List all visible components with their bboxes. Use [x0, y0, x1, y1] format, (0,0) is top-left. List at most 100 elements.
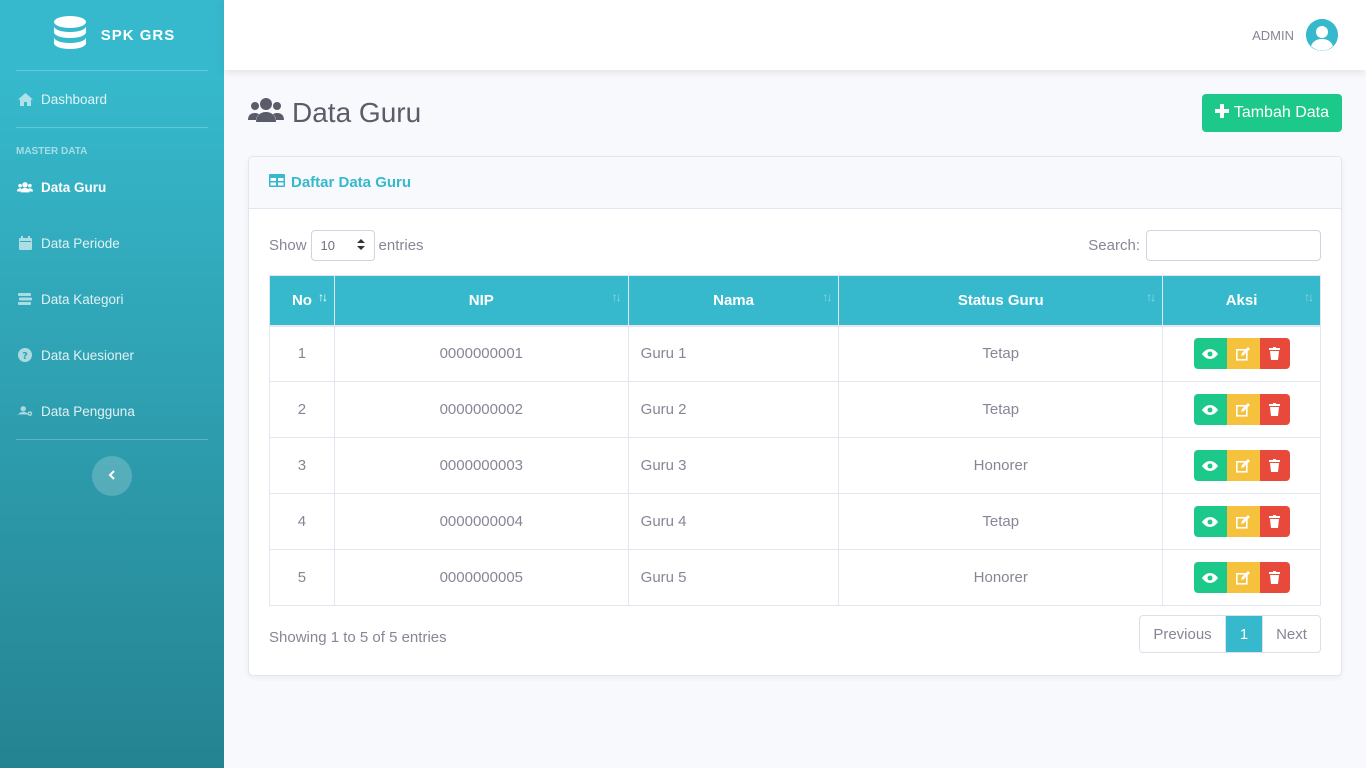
add-data-label: Tambah Data [1233, 104, 1329, 121]
view-button[interactable] [1193, 394, 1227, 425]
cell-no: 5 [269, 549, 335, 606]
page-title: Data Guru [248, 97, 421, 130]
trash-icon [1269, 403, 1281, 416]
avatar[interactable] [1306, 19, 1338, 51]
edit-button[interactable] [1226, 394, 1260, 425]
cell-status: Honorer [838, 549, 1164, 606]
card-header: Daftar Data Guru [249, 157, 1341, 209]
cell-nip: 0000000005 [333, 549, 629, 606]
search-input[interactable] [1146, 229, 1321, 261]
cell-nip: 0000000001 [333, 325, 629, 382]
calendar-icon [17, 236, 33, 250]
cell-aksi [1162, 493, 1321, 550]
cell-aksi [1162, 381, 1321, 438]
column-header-nip[interactable]: NIP ↑↓ [333, 275, 629, 326]
sort-icon: ↑↓ [822, 290, 832, 304]
sidebar-item-dashboard[interactable]: Dashboard [0, 71, 224, 127]
edit-button[interactable] [1226, 506, 1260, 537]
sidebar-item-data-kategori[interactable]: Data Kategori [0, 271, 224, 327]
sidebar-item-data-guru[interactable]: Data Guru [0, 159, 224, 215]
entries-select-value: 10 [320, 237, 335, 253]
delete-button[interactable] [1259, 450, 1290, 481]
table-row: 1 0000000001 Guru 1 Tetap [269, 325, 1321, 382]
delete-button[interactable] [1259, 506, 1290, 537]
show-label: Show [269, 236, 307, 254]
view-button[interactable] [1193, 338, 1227, 370]
view-button[interactable] [1193, 506, 1227, 537]
add-data-button[interactable]: Tambah Data [1201, 94, 1342, 132]
page-header: Data Guru Tambah Data [248, 94, 1342, 132]
search-label: Search: [1088, 236, 1140, 254]
users-icon [17, 181, 33, 193]
table-row: 2 0000000002 Guru 2 Tetap [269, 381, 1321, 438]
trash-icon [1269, 347, 1281, 361]
edit-icon [1236, 570, 1251, 585]
eye-icon [1202, 404, 1219, 415]
column-header-no[interactable]: No ↑↓ [269, 275, 335, 326]
sidebar-heading: MASTER DATA [16, 146, 88, 157]
sidebar-brand[interactable]: SPK GRS [0, 0, 224, 70]
cell-status: Honorer [838, 437, 1164, 494]
view-button[interactable] [1193, 562, 1227, 593]
edit-icon [1236, 514, 1251, 529]
sidebar-item-data-kuesioner[interactable]: ? Data Kuesioner [0, 327, 224, 383]
question-circle-icon: ? [17, 348, 33, 362]
cell-status: Tetap [838, 325, 1164, 382]
entries-select[interactable]: 10 [310, 229, 375, 261]
next-page-button[interactable]: Next [1262, 616, 1320, 652]
cell-no: 4 [269, 493, 335, 550]
sort-asc-icon: ↑↓ [317, 290, 328, 304]
page-1-button[interactable]: 1 [1226, 616, 1262, 652]
column-header-nama[interactable]: Nama ↑↓ [627, 275, 840, 326]
data-card: Daftar Data Guru Show 10 entries Search:… [248, 156, 1342, 676]
users-icon [248, 97, 284, 130]
edit-button[interactable] [1226, 338, 1260, 370]
table-header-row: No ↑↓ NIP ↑↓ Nama ↑↓ Status Guru ↑↓ Aksi ↑↓ [269, 275, 1321, 326]
cell-no: 2 [269, 381, 335, 438]
view-button[interactable] [1193, 450, 1227, 481]
sidebar-item-label: Dashboard [41, 91, 108, 107]
table-icon [269, 174, 285, 191]
brand-name: SPK GRS [100, 26, 176, 44]
sidebar-item-label: Data Kategori [41, 291, 124, 307]
length-control: Show 10 entries [269, 229, 424, 261]
eye-icon [1202, 348, 1219, 359]
sidebar-item-data-pengguna[interactable]: Data Pengguna [0, 383, 224, 439]
svg-text:?: ? [22, 351, 28, 362]
table-row: 3 0000000003 Guru 3 Honorer [269, 437, 1321, 494]
cell-nip: 0000000003 [333, 437, 629, 494]
plus-icon [1214, 103, 1229, 123]
edit-icon [1236, 458, 1251, 473]
user-name[interactable]: ADMIN [1252, 28, 1294, 43]
previous-page-button[interactable]: Previous [1140, 616, 1226, 652]
column-header-aksi[interactable]: Aksi ↑↓ [1162, 275, 1321, 326]
delete-button[interactable] [1259, 338, 1290, 370]
table-row: 5 0000000005 Guru 5 Honorer [269, 549, 1321, 606]
pagination: Previous 1 Next [1139, 615, 1321, 653]
topbar: ADMIN [224, 0, 1366, 70]
cell-aksi [1162, 549, 1321, 606]
sort-icon: ↑↓ [1146, 290, 1156, 304]
delete-button[interactable] [1259, 562, 1290, 593]
edit-icon [1236, 402, 1251, 417]
search-control: Search: [1088, 229, 1321, 261]
cell-nama: Guru 1 [627, 325, 840, 382]
cell-nama: Guru 3 [627, 437, 840, 494]
cell-no: 1 [269, 325, 335, 382]
sidebar-item-label: Data Pengguna [41, 403, 135, 419]
column-header-status[interactable]: Status Guru ↑↓ [838, 275, 1164, 326]
layers-icon [17, 292, 33, 306]
delete-button[interactable] [1259, 394, 1290, 425]
eye-icon [1202, 572, 1219, 583]
cell-nip: 0000000002 [333, 381, 629, 438]
edit-button[interactable] [1226, 562, 1260, 593]
sort-icon: ↑↓ [611, 290, 622, 304]
edit-button[interactable] [1226, 450, 1260, 481]
sidebar-item-data-periode[interactable]: Data Periode [0, 215, 224, 271]
users-cog-icon [17, 405, 33, 417]
sidebar-item-label: Data Periode [41, 235, 120, 251]
sidebar-toggle-button[interactable] [92, 456, 132, 496]
sort-icon: ↑↓ [1304, 290, 1314, 304]
cell-aksi [1162, 437, 1321, 494]
cell-status: Tetap [838, 493, 1164, 550]
